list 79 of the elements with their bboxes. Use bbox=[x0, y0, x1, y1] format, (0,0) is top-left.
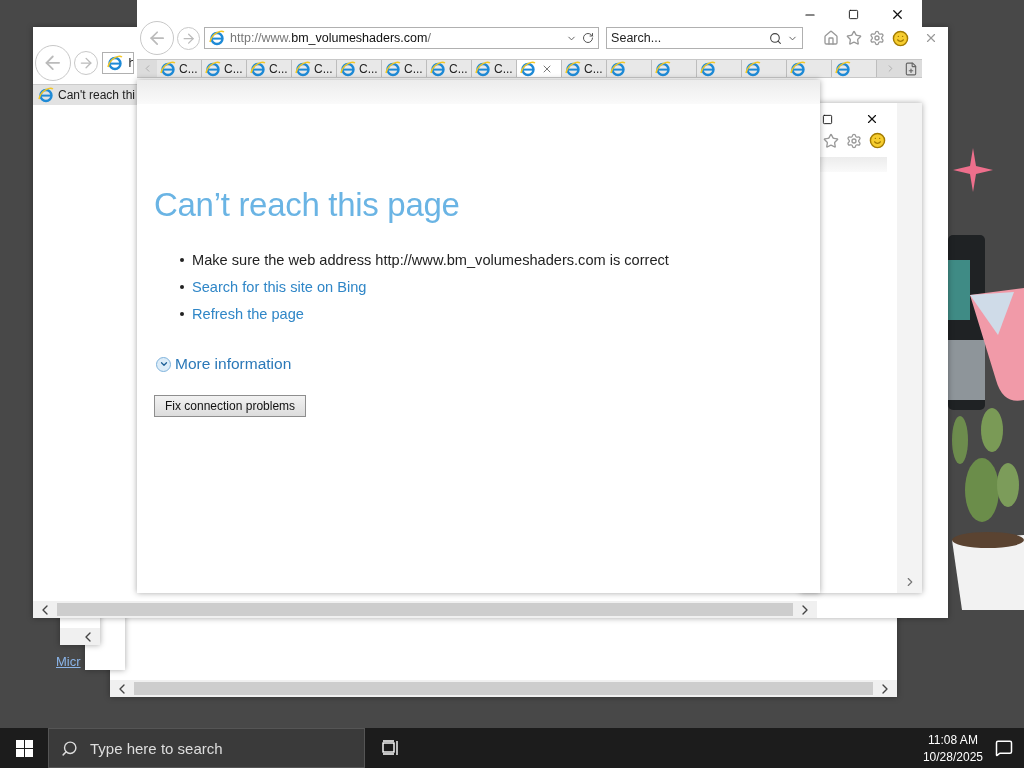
browser-tab[interactable]: C... bbox=[202, 60, 247, 77]
address-field[interactable]: http://www.bm_volumeshaders.com/ bbox=[204, 27, 600, 50]
page-heading: Can’t reach this page bbox=[154, 186, 461, 224]
taskbar-search-field[interactable]: Type here to search bbox=[88, 738, 332, 758]
date-text: 10/28/2025 bbox=[922, 749, 983, 764]
fix-connection-button[interactable]: Fix connection problems bbox=[154, 395, 307, 417]
browser-logo-icon bbox=[385, 60, 401, 77]
browser-tab[interactable]: C... bbox=[337, 60, 382, 77]
forward-button[interactable] bbox=[74, 50, 99, 76]
bullet-icon bbox=[180, 312, 184, 316]
browser-tab[interactable]: C... bbox=[427, 60, 472, 77]
browser-tab[interactable] bbox=[832, 60, 877, 77]
link[interactable]: Refresh the page bbox=[192, 306, 304, 322]
browser-tab[interactable] bbox=[697, 60, 742, 77]
browser-logo-icon bbox=[295, 60, 311, 77]
browser-logo-icon bbox=[610, 60, 626, 77]
browser-logo-icon bbox=[790, 60, 806, 77]
browser-tab[interactable] bbox=[742, 60, 787, 77]
new-tab-icon[interactable] bbox=[904, 61, 918, 76]
browser-tab[interactable] bbox=[517, 60, 562, 77]
browser-logo-icon bbox=[107, 55, 124, 71]
expand-icon bbox=[156, 356, 171, 372]
browser-tab[interactable] bbox=[607, 60, 652, 77]
time-text: 11:08 AM bbox=[928, 732, 978, 747]
browser-tab[interactable]: C... bbox=[382, 60, 427, 77]
browser-logo-icon bbox=[340, 60, 356, 77]
star-icon[interactable] bbox=[823, 132, 839, 149]
taskbar-search-box[interactable]: Type here to search bbox=[48, 728, 365, 768]
search-field[interactable]: Search... bbox=[611, 31, 765, 46]
notifications-icon[interactable] bbox=[995, 739, 1013, 757]
browser-tab[interactable]: C... bbox=[562, 60, 607, 77]
hint-text: Make sure the web address http://www.bm_volumeshaders.com is correct bbox=[192, 252, 669, 268]
browser-logo-icon bbox=[835, 60, 851, 77]
home-icon[interactable] bbox=[823, 30, 840, 47]
settings-icon[interactable] bbox=[869, 30, 886, 47]
maximize-icon[interactable] bbox=[822, 113, 833, 125]
refresh-icon[interactable] bbox=[582, 32, 595, 45]
horizontal-scrollbar[interactable] bbox=[110, 680, 897, 697]
search-icon bbox=[61, 739, 78, 757]
browser-logo-icon bbox=[209, 30, 226, 47]
browser-logo-icon bbox=[160, 60, 176, 77]
smiley-icon[interactable] bbox=[892, 29, 910, 47]
browser-tab[interactable] bbox=[787, 60, 832, 77]
browser-tab[interactable]: C... bbox=[292, 60, 337, 77]
browser-logo-icon bbox=[38, 87, 54, 103]
browser-logo-icon bbox=[205, 60, 221, 77]
smiley-icon[interactable] bbox=[869, 132, 886, 149]
search-box[interactable]: Search... bbox=[606, 27, 804, 50]
browser-logo-icon bbox=[475, 60, 491, 77]
horizontal-scrollbar[interactable] bbox=[33, 601, 817, 618]
windows-logo-icon bbox=[15, 739, 33, 757]
browser-logo-icon bbox=[520, 60, 536, 77]
toolbar-shade bbox=[820, 157, 887, 172]
browser-logo-icon bbox=[565, 60, 581, 77]
browser-logo-icon bbox=[745, 60, 761, 77]
browser-logo-icon bbox=[700, 60, 716, 77]
forward-button[interactable] bbox=[177, 26, 201, 50]
link[interactable]: Micr bbox=[56, 654, 81, 669]
star-icon[interactable] bbox=[846, 30, 863, 47]
maximize-icon[interactable] bbox=[848, 9, 859, 21]
browser-tab[interactable]: C... bbox=[157, 60, 202, 77]
close-icon[interactable] bbox=[865, 112, 879, 126]
task-view-icon[interactable] bbox=[382, 740, 400, 756]
back-button[interactable] bbox=[140, 21, 174, 56]
bullet-icon bbox=[180, 285, 184, 289]
browser-tab[interactable] bbox=[652, 60, 697, 77]
browser-logo-icon bbox=[430, 60, 446, 77]
browser-tab[interactable]: C... bbox=[472, 60, 517, 77]
settings-icon[interactable] bbox=[846, 132, 862, 149]
search-icon[interactable] bbox=[769, 31, 783, 45]
more-information-toggle[interactable]: More information bbox=[156, 355, 292, 373]
browser-logo-icon bbox=[250, 60, 266, 77]
bullet-icon bbox=[180, 258, 184, 262]
browser-tab[interactable]: C... bbox=[247, 60, 292, 77]
browser-tab[interactable]: Can't reach thi bbox=[33, 84, 137, 105]
browser-logo-icon bbox=[655, 60, 671, 77]
link[interactable]: Search for this site on Bing bbox=[192, 279, 367, 295]
back-button[interactable] bbox=[35, 45, 71, 81]
horizontal-scrollbar[interactable] bbox=[60, 628, 100, 645]
